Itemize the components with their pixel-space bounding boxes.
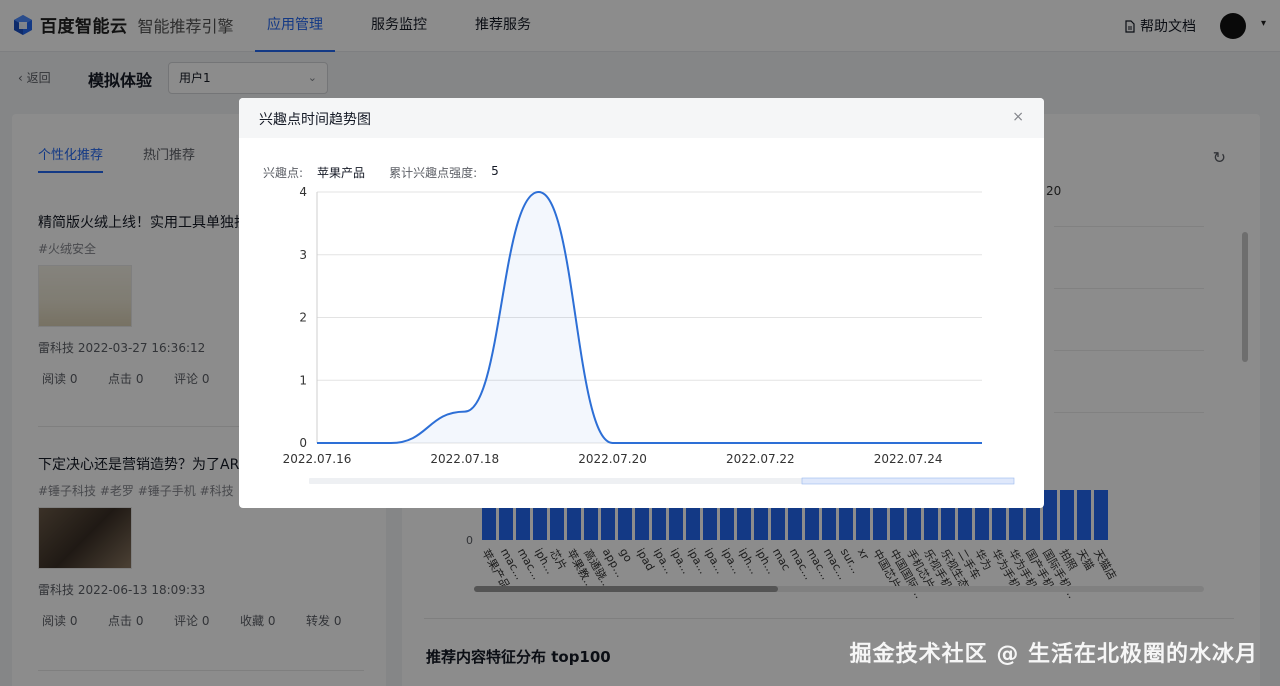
- y-tick-label: 3: [299, 248, 307, 262]
- dialog-header: 兴趣点时间趋势图 ×: [239, 98, 1044, 138]
- close-icon[interactable]: ×: [1012, 109, 1024, 125]
- y-tick-label: 2: [299, 311, 307, 325]
- trend-dialog: 兴趣点时间趋势图 × 兴趣点: 苹果产品 累计兴趣点强度: 5 0 1 2 3 4 202…: [239, 98, 1044, 508]
- watermark: 掘金技术社区 @ 生活在北极圈的水冰月: [849, 642, 1258, 667]
- interest-trend-chart: 0 1 2 3 4 2022.07.16 2022.07.18 2022.07.20 2022.…: [283, 185, 1015, 485]
- y-tick-label: 0: [299, 436, 307, 450]
- zoom-slider-window: [801, 477, 1015, 485]
- x-tick-label: 2022.07.22: [726, 452, 795, 466]
- y-tick-label: 4: [299, 185, 307, 199]
- x-tick-label: 2022.07.16: [283, 452, 352, 466]
- x-tick-label: 2022.07.20: [578, 452, 647, 466]
- x-tick-label: 2022.07.24: [874, 452, 943, 466]
- dialog-title: 兴趣点时间趋势图: [259, 112, 371, 128]
- x-tick-label: 2022.07.18: [430, 452, 499, 466]
- y-tick-label: 1: [299, 373, 307, 387]
